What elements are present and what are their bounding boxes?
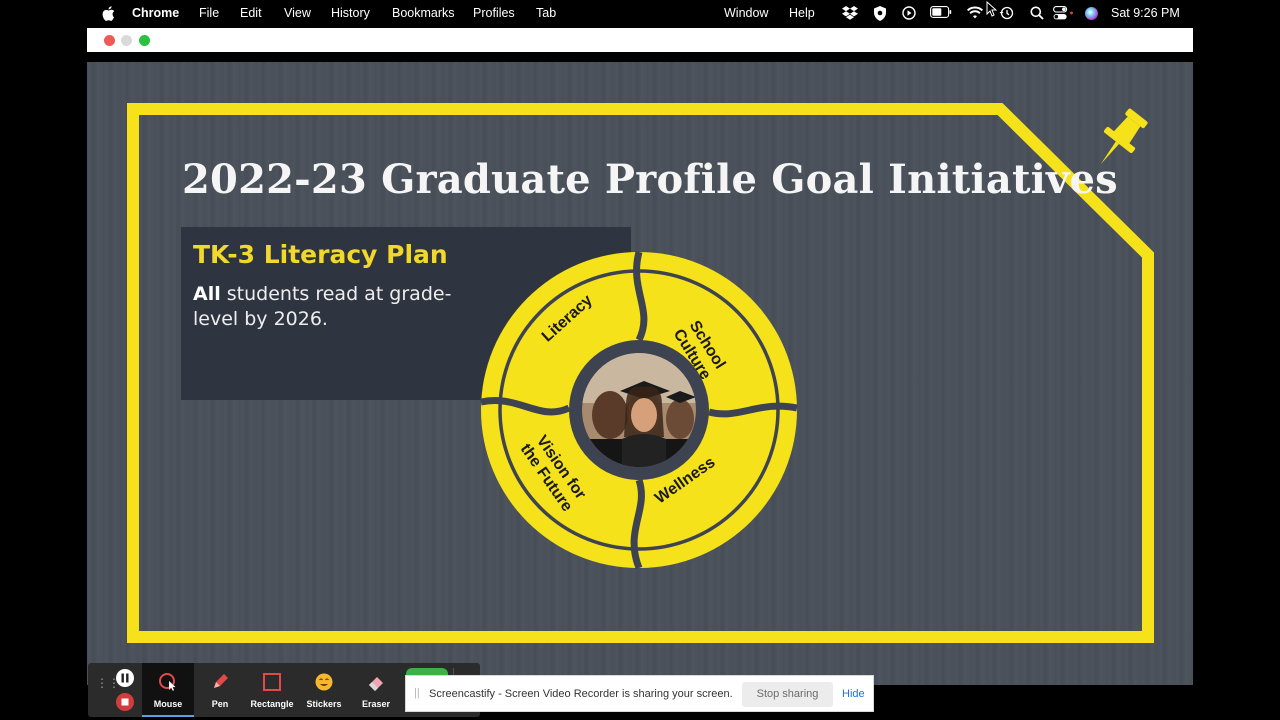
menu-bar: Chrome File Edit View History Bookmarks …	[0, 0, 1280, 28]
goal-wheel: Literacy School Culture Vision for the F…	[479, 250, 799, 570]
wifi-icon[interactable]	[967, 6, 983, 22]
tool-label-rectangle: Rectangle	[250, 699, 294, 709]
tool-rectangle[interactable]: Rectangle	[246, 663, 298, 717]
mouse-icon	[159, 673, 176, 691]
menu-window[interactable]: Window	[724, 6, 768, 20]
menu-file[interactable]: File	[199, 6, 219, 20]
sticker-icon	[315, 673, 333, 691]
tool-eraser[interactable]: Eraser	[350, 663, 402, 717]
menu-profiles[interactable]: Profiles	[473, 6, 515, 20]
banner-drag-handle-icon[interactable]: ||	[414, 687, 420, 699]
menu-tab[interactable]: Tab	[536, 6, 556, 20]
mouse-cursor-icon	[986, 1, 997, 17]
stop-recording-button[interactable]	[116, 693, 134, 711]
presentation-slide: 2022-23 Graduate Profile Goal Initiative…	[87, 62, 1193, 685]
browser-window-bar	[87, 28, 1193, 52]
time-machine-icon[interactable]	[999, 6, 1015, 22]
rectangle-icon	[263, 673, 281, 691]
slide-title: 2022-23 Graduate Profile Goal Initiative…	[182, 156, 1118, 203]
panel-heading: TK-3 Literacy Plan	[193, 240, 448, 269]
sharing-message: Screencastify - Screen Video Recorder is…	[429, 688, 733, 700]
menu-view[interactable]: View	[284, 6, 311, 20]
tool-stickers[interactable]: Stickers	[298, 663, 350, 717]
dropbox-icon[interactable]	[842, 6, 858, 22]
pen-icon	[214, 674, 228, 688]
close-window-button[interactable]	[104, 35, 115, 46]
panel-body-bold: All	[193, 283, 221, 305]
screen-sharing-banner: || Screencastify - Screen Video Recorder…	[405, 675, 874, 712]
graduates-photo	[579, 350, 699, 470]
hide-button[interactable]: Hide	[842, 688, 865, 700]
siri-icon[interactable]	[1084, 6, 1100, 22]
battery-icon[interactable]	[930, 6, 952, 22]
minimize-window-button[interactable]	[121, 35, 132, 46]
maximize-window-button[interactable]	[139, 35, 150, 46]
panel-body: All students read at grade-level by 2026…	[193, 282, 493, 332]
menu-bookmarks[interactable]: Bookmarks	[392, 6, 455, 20]
tool-label-mouse: Mouse	[153, 699, 183, 709]
tool-label-stickers: Stickers	[306, 699, 342, 709]
tool-mouse[interactable]: Mouse	[142, 663, 194, 717]
play-icon[interactable]	[902, 6, 918, 22]
menu-history[interactable]: History	[331, 6, 370, 20]
tool-label-pen: Pen	[211, 699, 229, 709]
pause-button[interactable]	[116, 669, 134, 687]
control-center-icon[interactable]	[1053, 6, 1073, 22]
tool-label-eraser: Eraser	[361, 699, 391, 709]
eraser-icon	[369, 677, 383, 691]
apple-icon[interactable]	[102, 6, 118, 22]
stop-sharing-button[interactable]: Stop sharing	[742, 682, 833, 707]
menu-help[interactable]: Help	[789, 6, 815, 20]
search-icon[interactable]	[1030, 6, 1046, 22]
menu-app-name[interactable]: Chrome	[132, 6, 179, 20]
tool-pen[interactable]: Pen	[194, 663, 246, 717]
menu-edit[interactable]: Edit	[240, 6, 262, 20]
panel-body-text: students read at grade-level by 2026.	[193, 283, 452, 330]
shield-icon[interactable]	[873, 6, 889, 22]
menu-clock[interactable]: Sat 9:26 PM	[1111, 6, 1180, 20]
